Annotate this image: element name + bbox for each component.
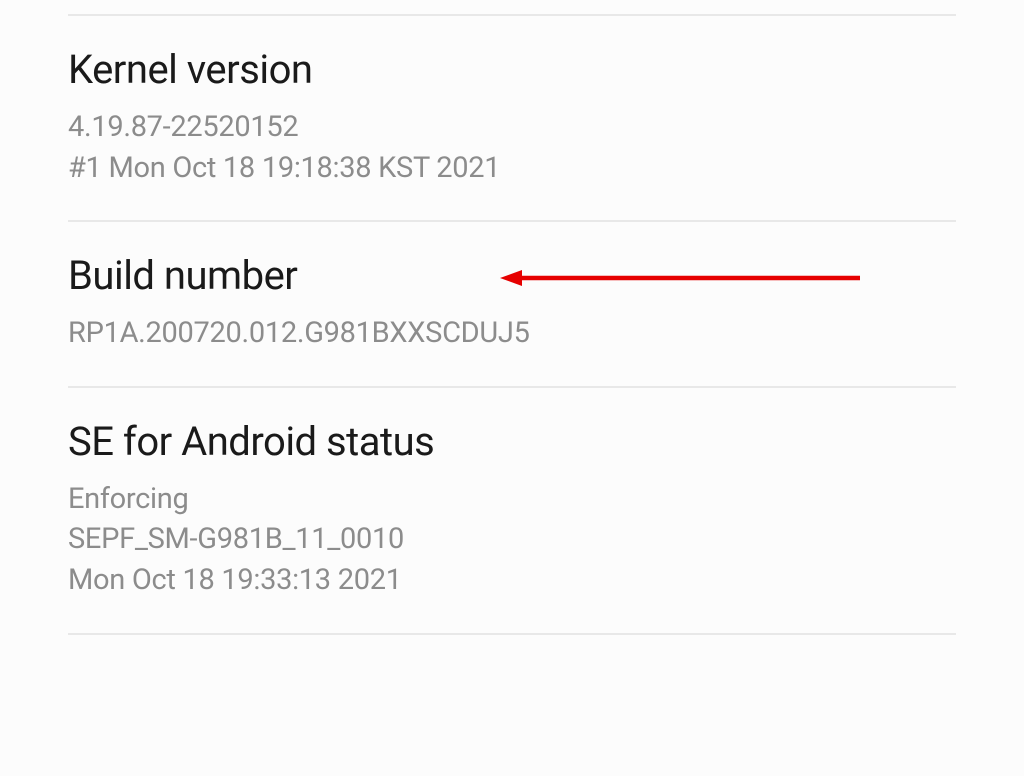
- se-android-status-title: SE for Android status: [68, 418, 956, 465]
- se-android-line1: Enforcing: [68, 479, 956, 520]
- kernel-version-line1: 4.19.87-22520152: [68, 107, 956, 148]
- se-android-line3: Mon Oct 18 19:33:13 2021: [68, 560, 956, 601]
- kernel-version-line2: #1 Mon Oct 18 19:18:38 KST 2021: [68, 148, 956, 189]
- kernel-version-item[interactable]: Kernel version 4.19.87-22520152 #1 Mon O…: [68, 14, 956, 222]
- settings-list: Kernel version 4.19.87-22520152 #1 Mon O…: [0, 14, 1024, 635]
- build-number-item[interactable]: Build number RP1A.200720.012.G981BXXSCDU…: [68, 222, 956, 388]
- se-android-status-value: Enforcing SEPF_SM-G981B_11_0010 Mon Oct …: [68, 479, 956, 601]
- build-number-title: Build number: [68, 252, 956, 299]
- se-android-line2: SEPF_SM-G981B_11_0010: [68, 519, 956, 560]
- se-android-status-item[interactable]: SE for Android status Enforcing SEPF_SM-…: [68, 388, 956, 635]
- kernel-version-value: 4.19.87-22520152 #1 Mon Oct 18 19:18:38 …: [68, 107, 956, 188]
- build-number-value: RP1A.200720.012.G981BXXSCDUJ5: [68, 313, 956, 354]
- kernel-version-title: Kernel version: [68, 46, 956, 93]
